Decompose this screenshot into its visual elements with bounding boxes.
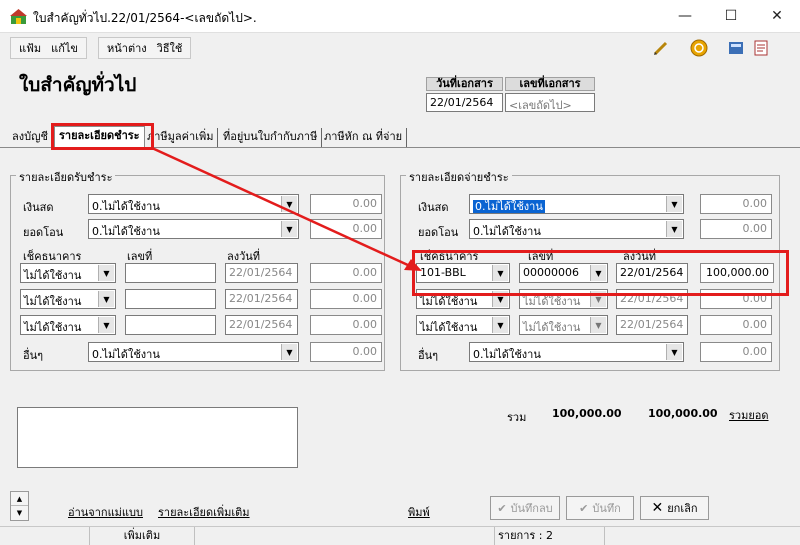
status-items: รายการ : 2 [495,527,605,545]
total-credit: 100,000.00 [648,407,718,420]
status-bar: เพิ่มเติม รายการ : 2 [0,526,800,545]
check-icon: ✔ [579,501,589,515]
print-link[interactable]: พิมพ์ [408,503,430,521]
read-template-link[interactable]: อ่านจากแม่แบบ [68,503,143,521]
close-icon: ✕ [651,500,664,516]
status-add: เพิ่มเติม [90,527,195,545]
save-back-button[interactable]: ✔ บันทึกลบ [490,496,560,520]
total-label: รวม [507,411,527,424]
cancel-button[interactable]: ✕ ยกเลิก [640,496,709,520]
spin-up-icon[interactable]: ▲ [11,492,28,506]
spin-down-icon[interactable]: ▼ [11,506,28,520]
sum-link[interactable]: รวมยอด [729,406,769,424]
status-cell [0,527,90,545]
more-details-link[interactable]: รายละเอียดเพิ่มเติม [158,503,250,521]
save-button[interactable]: ✔ บันทึก [566,496,634,520]
memo-textarea[interactable] [17,407,298,468]
check-icon: ✔ [497,501,507,515]
total-debit: 100,000.00 [552,407,622,420]
status-cell [195,527,495,545]
spin-buttons: ▲ ▼ [10,491,29,521]
